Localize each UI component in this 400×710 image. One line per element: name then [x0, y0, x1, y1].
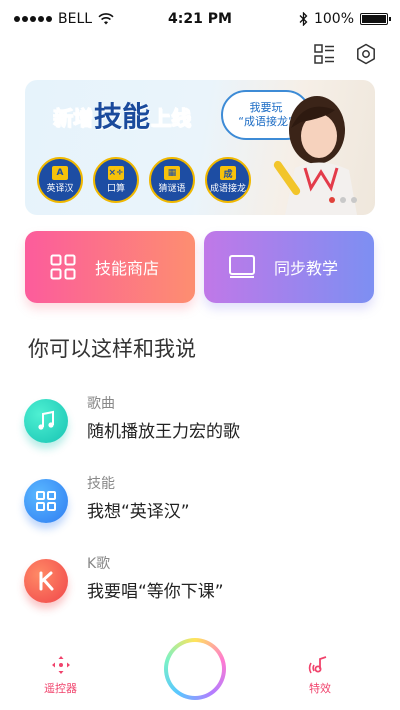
- suggestion-text: 我想“英译汉”: [87, 502, 190, 522]
- bottom-nav: 遥控器 特效: [0, 638, 400, 710]
- karaoke-k-icon: [24, 559, 68, 603]
- pager-dot-active[interactable]: [329, 197, 335, 203]
- promo-banner[interactable]: 新增 技能 上线 我要玩 “成语接龙” A 英译汉 ×÷ 口算 ▦ 猜谜语 成 …: [25, 80, 375, 215]
- skill-label: 口算: [106, 184, 125, 194]
- grid-icon: [49, 253, 77, 281]
- banner-skill-math: ×÷ 口算: [93, 157, 139, 203]
- idiom-icon: 成: [220, 166, 236, 180]
- banner-skill-translate: A 英译汉: [37, 157, 83, 203]
- status-bar: BELL 4:21 PM 100%: [0, 0, 400, 40]
- suggestion-category: 技能: [87, 476, 115, 492]
- sync-teaching-label: 同步教学: [274, 259, 339, 278]
- nav-effects-label: 特效: [309, 682, 331, 695]
- suggestion-category: 歌曲: [87, 396, 115, 412]
- music-note-icon: [24, 399, 68, 443]
- banner-skill-riddle: ▦ 猜谜语: [149, 157, 195, 203]
- voice-orb-icon: [168, 642, 222, 696]
- skill-label: 猜谜语: [158, 184, 186, 194]
- banner-skill-idiom: 成 成语接龙: [205, 157, 251, 203]
- banner-title-part2: 技能: [94, 100, 151, 133]
- top-actions: [312, 42, 378, 66]
- suggestion-karaoke[interactable]: K歌 我要唱“等你下课”: [24, 553, 364, 613]
- remote-control-icon: [51, 656, 70, 674]
- riddle-icon: ▦: [164, 166, 180, 180]
- sync-teaching-button[interactable]: 同步教学: [204, 231, 374, 303]
- banner-skills: A 英译汉 ×÷ 口算 ▦ 猜谜语 成 成语接龙: [37, 157, 251, 203]
- battery-icon: [360, 13, 391, 25]
- skill-store-button[interactable]: 技能商店: [25, 231, 195, 303]
- settings-gear-icon[interactable]: [354, 42, 378, 66]
- voice-assistant-button[interactable]: [164, 638, 226, 700]
- skill-store-label: 技能商店: [95, 259, 160, 278]
- banner-title: 新增 技能 上线: [53, 100, 192, 133]
- section-title: 你可以这样和我说: [28, 337, 196, 361]
- nav-remote-label: 遥控器: [44, 682, 77, 695]
- suggestion-text: 我要唱“等你下课”: [87, 582, 224, 602]
- girl-illustration: [273, 96, 357, 215]
- suggestion-category: K歌: [87, 556, 111, 572]
- music-effects-icon: [308, 656, 327, 674]
- grid-icon: [24, 479, 68, 523]
- bluetooth-icon: [299, 12, 308, 26]
- banner-pager: [329, 197, 357, 203]
- suggestion-music[interactable]: 歌曲 随机播放王力宏的歌: [24, 393, 364, 453]
- calculator-icon: ×÷: [108, 166, 124, 180]
- banner-title-part3: 上线: [151, 106, 192, 131]
- suggestion-text: 随机播放王力宏的歌: [87, 422, 240, 442]
- nav-effects[interactable]: 特效: [308, 654, 332, 696]
- battery-percent: 100%: [313, 11, 354, 27]
- suggestion-skill[interactable]: 技能 我想“英译汉”: [24, 473, 364, 533]
- banner-title-part1: 新增: [53, 106, 94, 131]
- skill-label: 成语接龙: [209, 184, 246, 194]
- translate-icon: A: [52, 166, 68, 180]
- book-icon: [228, 253, 256, 281]
- nav-remote[interactable]: 遥控器: [44, 654, 77, 696]
- pager-dot[interactable]: [340, 197, 346, 203]
- list-icon[interactable]: [312, 42, 336, 66]
- status-right: 100%: [299, 11, 391, 27]
- pager-dot[interactable]: [351, 197, 357, 203]
- skill-label: 英译汉: [46, 184, 74, 194]
